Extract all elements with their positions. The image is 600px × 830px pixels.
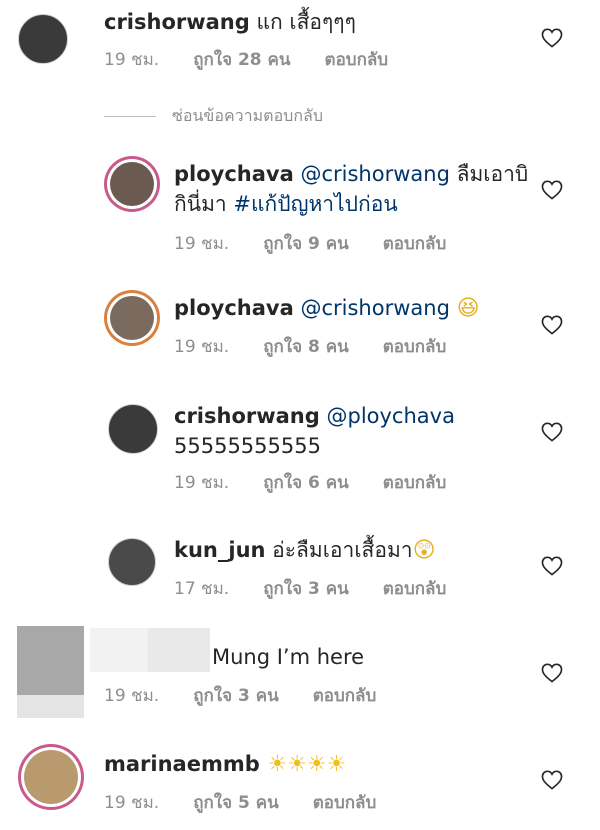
comment-body: กินี่มา bbox=[174, 192, 234, 216]
comment-meta: 19 ชม. ถูกใจ 9 คน ตอบกลับ bbox=[174, 230, 480, 257]
timestamp: 19 ชม. bbox=[104, 50, 160, 70]
comment-meta: 19 ชม. ถูกใจ 3 คน ตอบกลับ bbox=[104, 682, 410, 709]
likes-count[interactable]: ถูกใจ 3 คน bbox=[193, 686, 279, 706]
mention[interactable]: @ploychava bbox=[326, 404, 454, 428]
likes-count[interactable]: ถูกใจ 28 คน bbox=[193, 50, 290, 70]
heart-icon[interactable] bbox=[541, 663, 563, 683]
mention[interactable]: @crishorwang bbox=[300, 296, 449, 320]
timestamp: 19 ชม. bbox=[174, 234, 230, 254]
comment-body: Mung I’m here bbox=[212, 645, 365, 669]
comment-text: ploychava @crishorwang 😆 bbox=[174, 294, 480, 323]
heart-icon[interactable] bbox=[541, 28, 563, 48]
reply-button[interactable]: ตอบกลับ bbox=[325, 50, 389, 70]
comment-text: crishorwang @ploychava bbox=[174, 402, 455, 430]
hide-replies-button[interactable]: ซ่อนข้อความตอบกลับ bbox=[104, 104, 323, 129]
likes-count[interactable]: ถูกใจ 9 คน bbox=[263, 234, 349, 254]
avatar[interactable] bbox=[110, 162, 154, 206]
comment-body: อ่ะลืมเอาเสื้อมา bbox=[272, 538, 413, 562]
comment-text: kun_jun อ่ะลืมเอาเสื้อมา😲 bbox=[174, 536, 436, 565]
username[interactable]: kun_jun bbox=[174, 538, 265, 562]
username[interactable]: crishorwang bbox=[104, 10, 250, 34]
reply-button[interactable]: ตอบกลับ bbox=[383, 234, 447, 254]
comment-text: marinaemmb ☀☀☀☀ bbox=[104, 750, 346, 778]
hashtag[interactable]: #แก้ปัญหาไปก่อน bbox=[233, 192, 397, 216]
username[interactable]: crishorwang bbox=[174, 404, 320, 428]
likes-count[interactable]: ถูกใจ 5 คน bbox=[193, 793, 279, 813]
likes-count[interactable]: ถูกใจ 8 คน bbox=[263, 337, 349, 357]
comment-meta: 17 ชม. ถูกใจ 3 คน ตอบกลับ bbox=[174, 575, 480, 602]
reply-button[interactable]: ตอบกลับ bbox=[383, 579, 447, 599]
sun-emoji-icon: ☀☀☀☀ bbox=[267, 752, 347, 777]
username[interactable]: marinaemmb bbox=[104, 752, 260, 776]
heart-icon[interactable] bbox=[541, 556, 563, 576]
divider bbox=[104, 116, 156, 117]
avatar[interactable] bbox=[24, 750, 78, 804]
heart-icon[interactable] bbox=[541, 770, 563, 790]
mention[interactable]: @crishorwang bbox=[300, 162, 449, 186]
timestamp: 19 ชม. bbox=[104, 793, 160, 813]
censored-avatar bbox=[17, 626, 84, 718]
laughing-emoji-icon: 😆 bbox=[456, 296, 480, 321]
heart-icon[interactable] bbox=[541, 422, 563, 442]
likes-count[interactable]: ถูกใจ 3 คน bbox=[263, 579, 349, 599]
comment-meta: 19 ชม. ถูกใจ 28 คน ตอบกลับ bbox=[104, 46, 422, 73]
comment-text: Mung I’m here bbox=[212, 643, 364, 671]
timestamp: 19 ชม. bbox=[174, 337, 230, 357]
comment-meta: 19 ชม. ถูกใจ 8 คน ตอบกลับ bbox=[174, 333, 480, 360]
avatar[interactable] bbox=[18, 14, 68, 64]
avatar[interactable] bbox=[108, 404, 158, 454]
avatar[interactable] bbox=[108, 538, 156, 586]
timestamp: 19 ชม. bbox=[104, 686, 160, 706]
heart-icon[interactable] bbox=[541, 180, 563, 200]
username[interactable]: ploychava bbox=[174, 162, 294, 186]
avatar[interactable] bbox=[110, 296, 154, 340]
comment-body: 55555555555 bbox=[174, 434, 321, 458]
comment-text-line2: กินี่มา #แก้ปัญหาไปก่อน bbox=[174, 190, 398, 218]
comment-meta: 19 ชม. ถูกใจ 6 คน ตอบกลับ bbox=[174, 469, 480, 496]
reply-button[interactable]: ตอบกลับ bbox=[313, 793, 377, 813]
comment-body: ลืมเอาบิ bbox=[449, 162, 529, 186]
comment-body: แก เสื้อๆๆๆ bbox=[256, 10, 356, 34]
reply-button[interactable]: ตอบกลับ bbox=[313, 686, 377, 706]
comment-meta: 19 ชม. ถูกใจ 5 คน ตอบกลับ bbox=[104, 789, 410, 816]
heart-icon[interactable] bbox=[541, 315, 563, 335]
surprised-emoji-icon: 😲 bbox=[412, 538, 436, 563]
likes-count[interactable]: ถูกใจ 6 คน bbox=[263, 473, 349, 493]
comment-text-line2: 55555555555 bbox=[174, 432, 321, 460]
censored-username bbox=[90, 628, 210, 672]
hide-replies-label[interactable]: ซ่อนข้อความตอบกลับ bbox=[172, 106, 323, 125]
username[interactable]: ploychava bbox=[174, 296, 294, 320]
comment-text: crishorwang แก เสื้อๆๆๆ bbox=[104, 8, 356, 36]
reply-button[interactable]: ตอบกลับ bbox=[383, 473, 447, 493]
timestamp: 17 ชม. bbox=[174, 579, 230, 599]
reply-button[interactable]: ตอบกลับ bbox=[383, 337, 447, 357]
comment-text: ploychava @crishorwang ลืมเอาบิ bbox=[174, 160, 528, 188]
timestamp: 19 ชม. bbox=[174, 473, 230, 493]
